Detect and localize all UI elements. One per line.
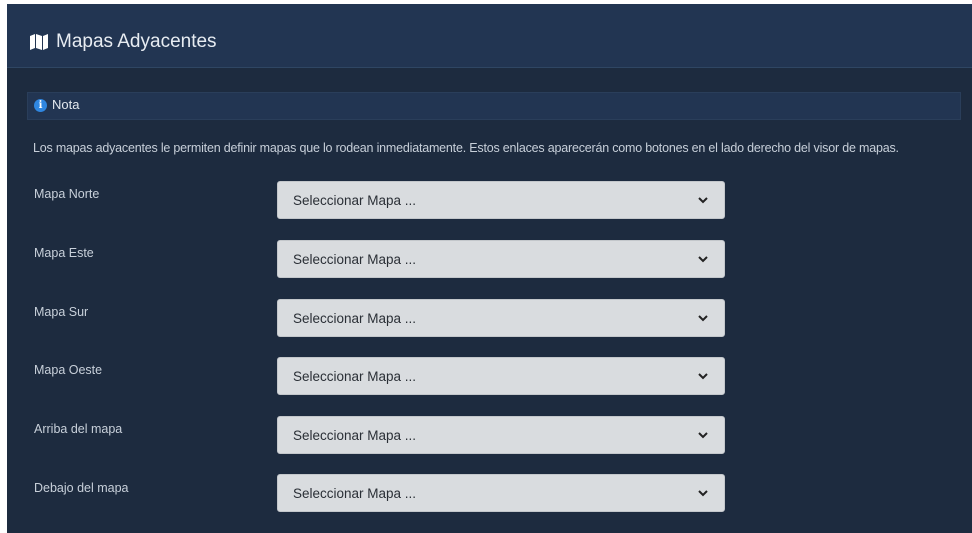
select-mapa-este[interactable]: Seleccionar Mapa ... <box>277 240 725 278</box>
note-header-box <box>27 92 961 120</box>
chevron-down-icon <box>698 490 708 497</box>
label-debajo-del-mapa: Debajo del mapa <box>34 481 129 495</box>
select-value: Seleccionar Mapa ... <box>293 311 417 326</box>
adjacent-maps-panel: Mapas Adyacentes i Nota Los mapas adyace… <box>7 4 972 533</box>
note-title: i Nota <box>34 97 79 113</box>
label-mapa-sur: Mapa Sur <box>34 305 89 319</box>
label-arriba-del-mapa: Arriba del mapa <box>34 422 123 436</box>
select-debajo-del-mapa[interactable]: Seleccionar Mapa ... <box>277 474 725 512</box>
select-mapa-norte[interactable]: Seleccionar Mapa ... <box>277 181 725 219</box>
select-value: Seleccionar Mapa ... <box>293 369 417 384</box>
chevron-down-icon <box>698 197 708 204</box>
select-arriba-del-mapa[interactable]: Seleccionar Mapa ... <box>277 416 725 454</box>
label-mapa-oeste: Mapa Oeste <box>34 363 103 377</box>
select-value: Seleccionar Mapa ... <box>293 193 417 208</box>
label-mapa-norte: Mapa Norte <box>34 187 100 201</box>
chevron-down-icon <box>698 373 708 380</box>
panel-title: Mapas Adyacentes <box>29 31 217 53</box>
note-text: Los mapas adyacentes le permiten definir… <box>33 141 899 155</box>
info-icon: i <box>34 98 47 112</box>
label-mapa-este: Mapa Este <box>34 246 94 260</box>
select-value: Seleccionar Mapa ... <box>293 252 417 267</box>
page: Mapas Adyacentes i Nota Los mapas adyace… <box>0 0 972 533</box>
chevron-down-icon <box>698 432 708 439</box>
note-title-text: Nota <box>52 97 80 112</box>
chevron-down-icon <box>698 315 708 322</box>
select-value: Seleccionar Mapa ... <box>293 428 417 443</box>
panel-title-text: Mapas Adyacentes <box>56 31 217 52</box>
select-mapa-oeste[interactable]: Seleccionar Mapa ... <box>277 357 725 395</box>
select-mapa-sur[interactable]: Seleccionar Mapa ... <box>277 299 725 337</box>
select-value: Seleccionar Mapa ... <box>293 486 417 501</box>
map-icon <box>30 34 48 50</box>
panel-header: Mapas Adyacentes <box>7 4 972 68</box>
chevron-down-icon <box>698 256 708 263</box>
